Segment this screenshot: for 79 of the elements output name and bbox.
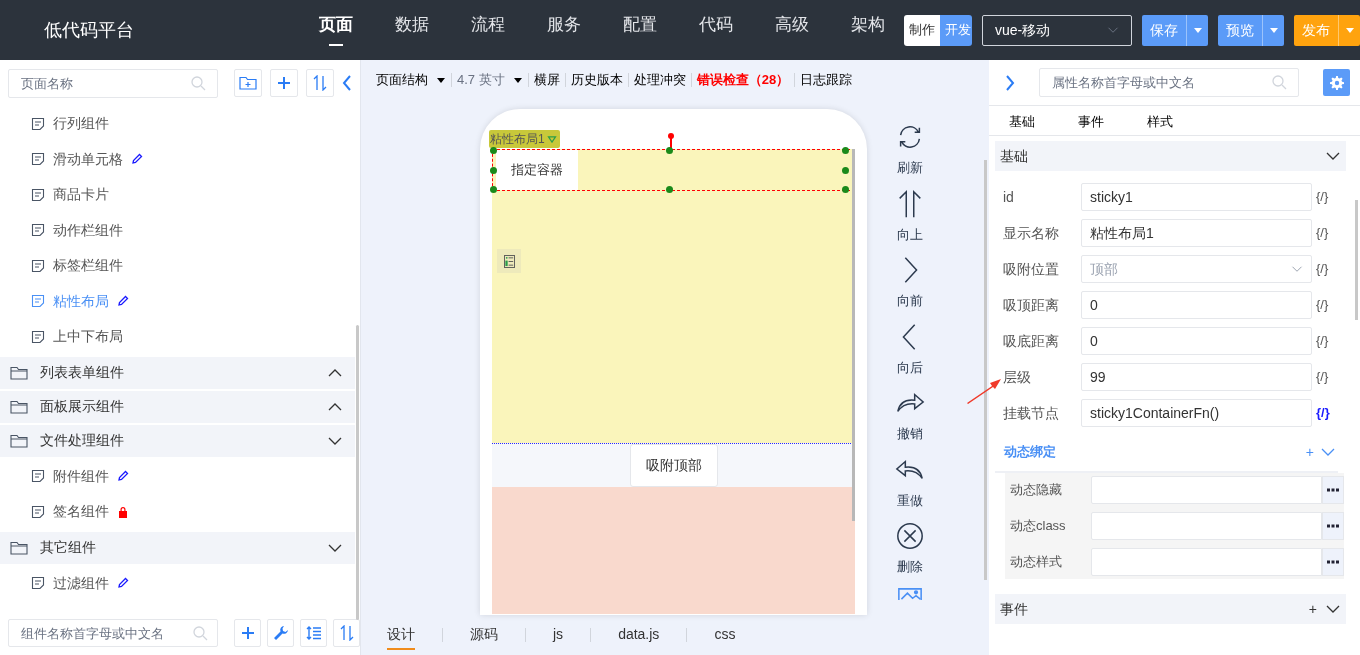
component-item[interactable]: 行列组件 xyxy=(0,106,355,142)
component-item[interactable]: 滑动单元格 xyxy=(0,141,355,177)
component-item[interactable]: 签名组件 xyxy=(0,494,355,530)
nav-tab[interactable]: 页面 xyxy=(298,0,375,60)
folder-row[interactable]: 其它组件 xyxy=(0,531,355,564)
canvas-action[interactable]: 刷新 xyxy=(895,122,925,178)
editor-tab[interactable]: js xyxy=(553,620,564,650)
toolbar-item[interactable]: 处理冲突 xyxy=(633,70,686,90)
component-search-field[interactable]: 组件名称首字母或中文名 xyxy=(8,619,218,647)
binding-toggle[interactable]: {/} xyxy=(1316,331,1329,351)
binding-toggle[interactable]: {/} xyxy=(1316,295,1329,315)
folder-row[interactable]: 列表表单组件 xyxy=(0,356,355,389)
field-label: 挂载节点 xyxy=(1002,403,1060,423)
nav-tab[interactable]: 流程 xyxy=(450,0,527,60)
canvas-action[interactable]: 向上 xyxy=(895,188,925,244)
field-label: 吸底距离 xyxy=(1002,331,1060,351)
property-tab[interactable]: 样式 xyxy=(1147,111,1173,131)
binding-toggle[interactable]: {/} xyxy=(1316,403,1330,423)
selection-label[interactable]: 粘性布局1 xyxy=(489,130,560,148)
toolbar-item[interactable]: 错误检查（28） xyxy=(696,70,790,90)
nav-tab[interactable]: 代码 xyxy=(678,0,755,60)
editor-tab[interactable]: 设计 xyxy=(387,620,415,650)
editor-tab[interactable]: css xyxy=(714,620,736,650)
editor-tab[interactable]: data.js xyxy=(618,620,660,650)
canvas-action[interactable]: 向前 xyxy=(895,255,925,311)
subsection-title: 动态绑定 xyxy=(1004,443,1056,462)
field-label: 动态class xyxy=(1009,517,1067,536)
nav-tab[interactable]: 配置 xyxy=(602,0,679,60)
field-label: 动态隐藏 xyxy=(1009,481,1063,500)
property-tab[interactable]: 基础 xyxy=(1009,111,1035,131)
canvas-action[interactable]: 重做 xyxy=(895,454,925,510)
binding-toggle[interactable]: {/} xyxy=(1316,367,1329,387)
platform-select[interactable]: vue-移动 xyxy=(982,14,1132,46)
field-label: id xyxy=(1002,187,1015,207)
folder-row[interactable]: 面板展示组件 xyxy=(0,390,355,423)
sticky-top-button[interactable]: 吸附顶部 xyxy=(629,444,718,487)
mode-toggle[interactable]: 制作 开发 xyxy=(904,14,972,46)
property-tab[interactable]: 事件 xyxy=(1078,111,1104,131)
section-header[interactable]: 基础 xyxy=(995,141,1346,171)
field-label: 动态样式 xyxy=(1009,553,1063,572)
field-label: 吸附位置 xyxy=(1002,259,1060,279)
component-item[interactable]: 过滤组件 xyxy=(0,565,355,601)
binding-toggle[interactable]: {/} xyxy=(1316,223,1329,243)
component-item[interactable]: 上中下布局 xyxy=(0,319,355,355)
input-field[interactable]: sticky1 xyxy=(1081,183,1312,211)
app-logo: 低代码平台 xyxy=(44,18,135,42)
input-field[interactable]: 0 xyxy=(1081,327,1312,355)
input-field[interactable]: sticky1ContainerFn() xyxy=(1081,399,1312,427)
editor-tab[interactable]: 源码 xyxy=(470,620,498,650)
nav-tab[interactable]: 高级 xyxy=(754,0,831,60)
component-item[interactable]: 附件组件 xyxy=(0,458,355,494)
toolbar-item[interactable]: 日志跟踪 xyxy=(800,70,853,90)
nav-tab[interactable]: 数据 xyxy=(374,0,451,60)
input-field[interactable]: 99 xyxy=(1081,363,1312,391)
search-field[interactable]: 页面名称 xyxy=(8,68,218,98)
canvas-action[interactable]: 撤销 xyxy=(895,388,925,444)
section-header[interactable]: 事件 + xyxy=(995,594,1346,624)
add-event-button[interactable]: + xyxy=(1308,598,1317,620)
nav-tab[interactable]: 架构 xyxy=(830,0,907,60)
toolbar-item[interactable]: 横屏 xyxy=(533,70,560,90)
target-container[interactable]: 指定容器 xyxy=(496,150,578,190)
toolbar-item[interactable]: 历史版本 xyxy=(570,70,623,90)
nav-tab[interactable]: 服务 xyxy=(526,0,603,60)
field-label: 显示名称 xyxy=(1002,223,1060,243)
property-search-field[interactable]: 属性名称首字母或中文名 xyxy=(1039,68,1299,97)
component-item[interactable]: 动作栏组件 xyxy=(0,212,355,248)
field-label: 吸顶距离 xyxy=(1002,295,1060,315)
component-item[interactable]: 标签栏组件 xyxy=(0,248,355,284)
canvas-action[interactable]: 向后 xyxy=(895,321,925,377)
binding-toggle[interactable]: {/} xyxy=(1316,187,1329,207)
toolbar-item[interactable]: 4.7 英寸 xyxy=(457,70,523,90)
input-field[interactable]: 0 xyxy=(1081,291,1312,319)
input-field[interactable]: 粘性布局1 xyxy=(1081,219,1312,247)
component-item[interactable]: 商品卡片 xyxy=(0,177,355,213)
field-label: 层级 xyxy=(1002,367,1032,387)
mode-option[interactable]: 制作 xyxy=(904,14,941,46)
toolbar-item[interactable]: 页面结构 xyxy=(376,70,446,90)
canvas-action[interactable]: 删除 xyxy=(895,521,925,577)
folder-row[interactable]: 文件处理组件 xyxy=(0,424,355,457)
